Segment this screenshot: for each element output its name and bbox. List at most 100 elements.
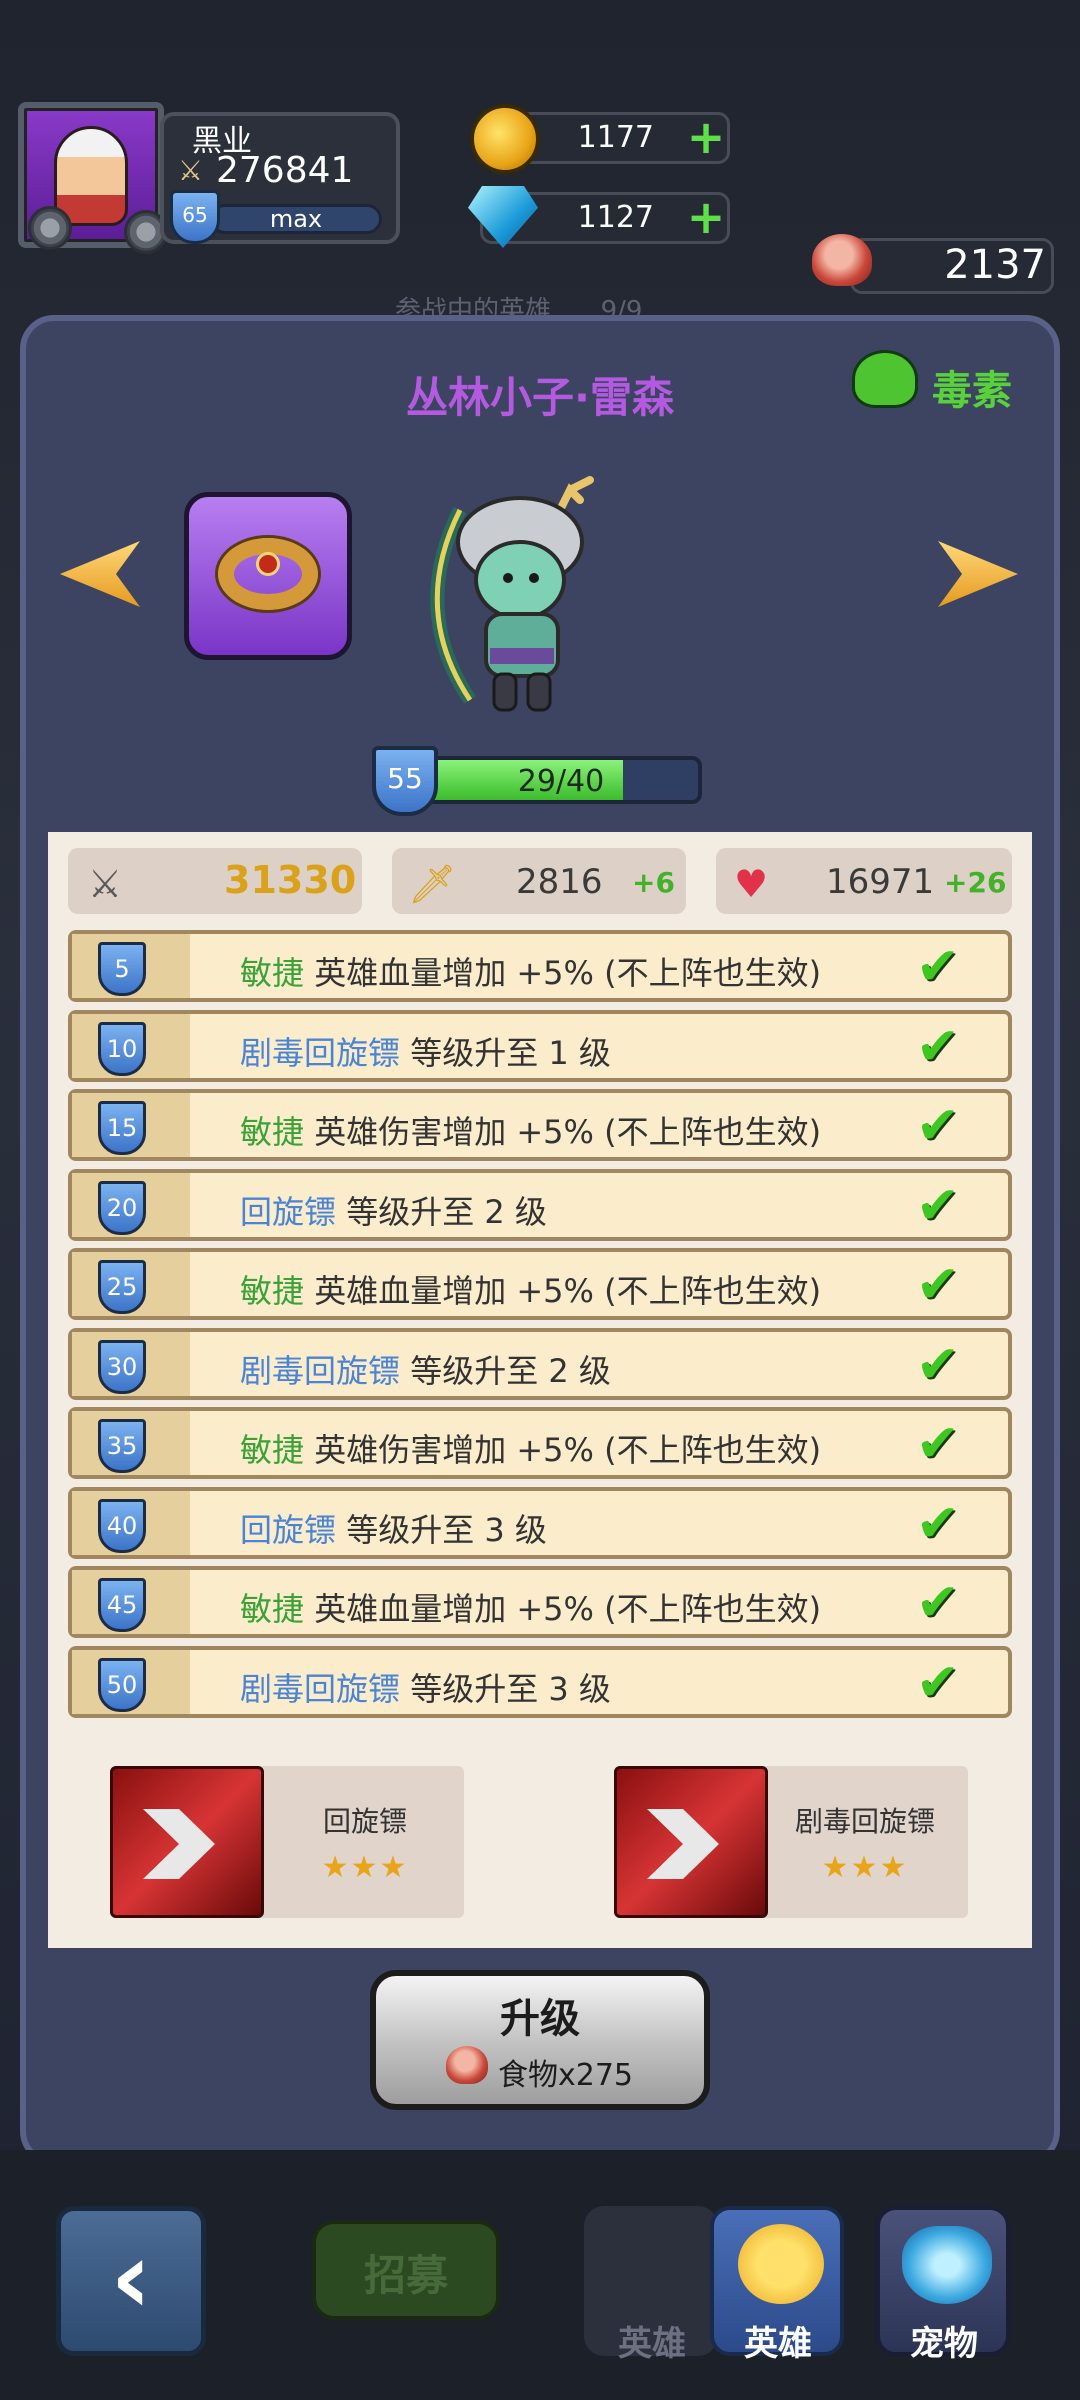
checkmark-icon: ✔ [916, 937, 960, 997]
skill-name: 剧毒回旋镖 [794, 1805, 935, 1838]
poison-boomerang-skill-icon [614, 1766, 768, 1918]
checkmark-icon: ✔ [916, 1096, 960, 1156]
dagger-icon: 🗡 [408, 862, 457, 906]
checkmark-icon: ✔ [916, 1414, 960, 1474]
perk-row: 15 敏捷 英雄伤害增加 +5% (不上阵也生效) ✔ [68, 1089, 1012, 1161]
player-exp-bar: max [210, 204, 382, 234]
player-level-badge: 65 [170, 190, 220, 244]
hero-level-badge: 55 [372, 746, 438, 816]
upgrade-cost: 食物x275 [498, 2058, 634, 2093]
hero-exp-text: 29/40 [517, 764, 605, 799]
defense-bonus: +6 [632, 866, 675, 899]
chevron-left-icon: ‹ [110, 2219, 152, 2336]
upgrade-label: 升级 [500, 1996, 580, 2042]
perk-tag: 敏捷 [240, 1590, 305, 1628]
add-coins-button[interactable]: + [686, 114, 726, 160]
gear-icon [28, 206, 72, 250]
chevron-right-icon [143, 1809, 215, 1879]
player-power: 276841 [216, 150, 354, 191]
perk-tag: 回旋镖 [240, 1192, 337, 1231]
perk-description: 敏捷 英雄血量增加 +5% (不上阵也生效) [240, 1266, 821, 1312]
perk-description: 敏捷 英雄伤害增加 +5% (不上阵也生效) [240, 1107, 821, 1153]
skill-stars: ★★★ [321, 1850, 409, 1885]
hero-element: 毒素 [932, 368, 1012, 414]
ring-gem [256, 552, 280, 576]
perk-level-badge: 45 [98, 1578, 146, 1632]
perk-level-badge: 20 [98, 1180, 146, 1235]
perk-row: 50 剧毒回旋镖 等级升至 3 级 ✔ [68, 1645, 1012, 1718]
perk-description: 剧毒回旋镖 等级升至 3 级 [240, 1664, 611, 1710]
perk-row: 20 回旋镖 等级升至 2 级 ✔ [68, 1168, 1012, 1241]
meat-icon [446, 2046, 488, 2084]
skill-name: 回旋镖 [322, 1805, 407, 1838]
gem-count: 1127 [577, 200, 654, 235]
perk-text: 英雄血量增加 +5% (不上阵也生效) [314, 1272, 822, 1310]
checkmark-icon: ✔ [916, 1016, 960, 1077]
perk-level-badge: 25 [98, 1260, 146, 1314]
perk-text: 英雄血量增加 +5% (不上阵也生效) [314, 1590, 822, 1628]
perk-tag: 敏捷 [240, 1113, 305, 1151]
perk-description: 敏捷 英雄血量增加 +5% (不上阵也生效) [240, 1584, 821, 1630]
perk-text: 等级升至 2 级 [410, 1351, 611, 1390]
perk-description: 剧毒回旋镖 等级升至 2 级 [240, 1346, 611, 1392]
defense-value: 2816 [516, 862, 603, 902]
heart-icon: ♥ [734, 862, 769, 906]
pet-tab-icon [902, 2226, 992, 2304]
perk-text: 等级升至 3 级 [346, 1510, 547, 1549]
add-gems-button[interactable]: + [686, 194, 726, 240]
faded-tab-label: 英雄 [618, 2324, 686, 2364]
skill-stars: ★★★ [821, 1850, 909, 1885]
perk-text: 等级升至 2 级 [346, 1192, 547, 1231]
tab-hero-label: 英雄 [744, 2324, 812, 2364]
perk-level-badge: 5 [98, 942, 146, 996]
checkmark-icon: ✔ [916, 1652, 960, 1713]
food-count: 2137 [944, 242, 1046, 288]
coin-count: 1177 [577, 120, 654, 155]
perk-tag: 剧毒回旋镖 [240, 1033, 401, 1072]
perk-tag: 敏捷 [240, 1431, 305, 1469]
hp-value: 16971 [826, 862, 935, 902]
perk-row: 35 敏捷 英雄伤害增加 +5% (不上阵也生效) ✔ [68, 1407, 1012, 1479]
perk-text: 等级升至 3 级 [410, 1669, 611, 1708]
chevron-right-icon [647, 1809, 719, 1879]
tab-pet-label: 宠物 [910, 2324, 978, 2364]
perk-level-badge: 15 [98, 1101, 146, 1155]
perk-description: 回旋镖 等级升至 3 级 [240, 1505, 547, 1551]
perk-description: 敏捷 英雄血量增加 +5% (不上阵也生效) [240, 948, 821, 994]
hp-bonus: +26 [944, 866, 1007, 899]
perk-level-badge: 10 [98, 1021, 146, 1076]
perk-tag: 剧毒回旋镖 [240, 1351, 401, 1390]
perk-text: 英雄血量增加 +5% (不上阵也生效) [314, 954, 822, 992]
perk-list[interactable]: 5 敏捷 英雄血量增加 +5% (不上阵也生效) ✔ 10 剧毒回旋镖 等级升至 1 级… [68, 930, 1012, 1738]
perk-description: 回旋镖 等级升至 2 级 [240, 1187, 547, 1233]
perk-text: 英雄伤害增加 +5% (不上阵也生效) [314, 1113, 822, 1151]
perk-tag: 剧毒回旋镖 [240, 1669, 401, 1708]
recruit-label: 招募 [363, 2251, 448, 2300]
perk-level-badge: 35 [98, 1419, 146, 1473]
power-icon: ⚔ [178, 154, 204, 187]
checkmark-icon: ✔ [916, 1573, 960, 1633]
swords-icon: ⚔ [88, 862, 123, 906]
perk-tag: 回旋镖 [240, 1510, 337, 1549]
checkmark-icon: ✔ [916, 1334, 960, 1395]
perk-row: 40 回旋镖 等级升至 3 级 ✔ [68, 1486, 1012, 1559]
meat-icon [812, 234, 872, 286]
perk-row: 30 剧毒回旋镖 等级升至 2 级 ✔ [68, 1327, 1012, 1400]
checkmark-icon: ✔ [916, 1255, 960, 1315]
hero-portrait [430, 476, 594, 712]
perk-row: 25 敏捷 英雄血量增加 +5% (不上阵也生效) ✔ [68, 1248, 1012, 1320]
perk-description: 敏捷 英雄伤害增加 +5% (不上阵也生效) [240, 1425, 821, 1471]
perk-tag: 敏捷 [240, 1272, 305, 1310]
perk-tag: 敏捷 [240, 954, 305, 992]
perk-text: 英雄伤害增加 +5% (不上阵也生效) [314, 1431, 822, 1469]
perk-level-badge: 50 [98, 1657, 146, 1712]
checkmark-icon: ✔ [916, 1493, 960, 1554]
hero-name: 丛林小子·雷森 [406, 373, 674, 422]
perk-text: 等级升至 1 级 [410, 1033, 611, 1072]
perk-row: 5 敏捷 英雄血量增加 +5% (不上阵也生效) ✔ [68, 930, 1012, 1002]
perk-level-badge: 40 [98, 1498, 146, 1553]
perk-level-badge: 30 [98, 1339, 146, 1394]
attack-value: 31330 [224, 858, 357, 902]
perk-description: 剧毒回旋镖 等级升至 1 级 [240, 1028, 611, 1074]
perk-row: 10 剧毒回旋镖 等级升至 1 级 ✔ [68, 1009, 1012, 1082]
